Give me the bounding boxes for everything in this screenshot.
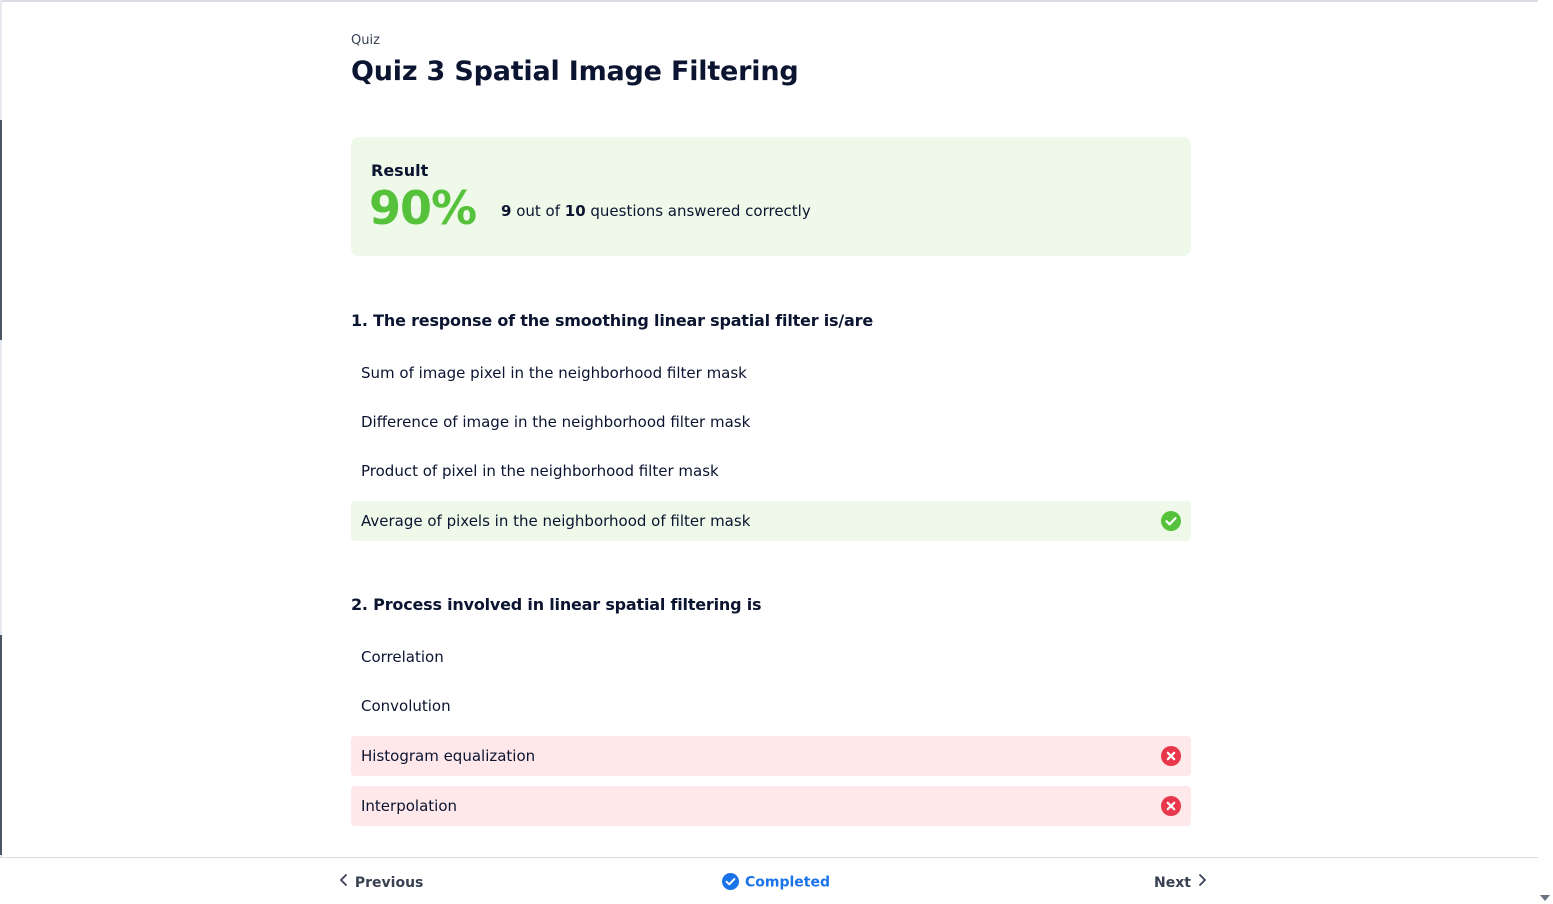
check-circle-icon: [1161, 511, 1181, 531]
answer-option-incorrect[interactable]: Histogram equalization: [351, 736, 1191, 776]
top-border: [0, 0, 1538, 2]
x-circle-icon: [1161, 796, 1181, 816]
quiz-page: Quiz Quiz 3 Spatial Image Filtering Resu…: [0, 0, 1553, 904]
chevron-right-icon: [1196, 873, 1208, 891]
answer-option-text: Convolution: [361, 697, 451, 715]
answer-option[interactable]: Difference of image in the neighborhood …: [351, 402, 1191, 442]
footer-nav: Previous Completed Next: [0, 857, 1538, 904]
answer-option[interactable]: Correlation: [351, 637, 1191, 677]
question-title: 2. Process involved in linear spatial fi…: [351, 595, 762, 614]
next-label: Next: [1154, 875, 1191, 891]
previous-label: Previous: [354, 875, 424, 891]
answer-option-text: Product of pixel in the neighborhood fil…: [361, 462, 719, 480]
left-border-accent: [0, 635, 2, 855]
previous-button[interactable]: Previous: [338, 874, 423, 892]
result-label: Result: [371, 161, 429, 180]
summary-mid: out of: [511, 202, 565, 220]
correct-count: 9: [501, 202, 512, 220]
result-percent: 90%: [369, 181, 477, 235]
answer-option-text: Average of pixels in the neighborhood of…: [361, 512, 751, 530]
result-card: Result 90% 9 out of 10 questions answere…: [351, 137, 1191, 256]
next-button[interactable]: Next: [1154, 874, 1208, 892]
answer-option-text: Correlation: [361, 648, 444, 666]
chevron-left-icon: [338, 873, 350, 891]
completed-label: Completed: [745, 874, 831, 891]
answer-option[interactable]: Product of pixel in the neighborhood fil…: [351, 451, 1191, 491]
answer-option[interactable]: Convolution: [351, 686, 1191, 726]
answer-option-text: Difference of image in the neighborhood …: [361, 413, 751, 431]
answer-option-text: Sum of image pixel in the neighborhood f…: [361, 364, 747, 382]
completed-button[interactable]: Completed: [722, 873, 831, 891]
total-count: 10: [564, 202, 586, 220]
check-circle-icon: [722, 873, 739, 890]
page-title: Quiz 3 Spatial Image Filtering: [351, 56, 799, 87]
breadcrumb: Quiz: [351, 33, 380, 48]
result-summary: 9 out of 10 questions answered correctly: [501, 202, 811, 220]
x-circle-icon: [1161, 746, 1181, 766]
scroll-down-arrow-icon[interactable]: [1540, 895, 1550, 901]
question-title: 1. The response of the smoothing linear …: [351, 311, 873, 330]
left-border-accent: [0, 120, 2, 340]
answer-option-correct[interactable]: Average of pixels in the neighborhood of…: [351, 501, 1191, 541]
answer-option-text: Interpolation: [361, 797, 457, 815]
summary-end: questions answered correctly: [585, 202, 811, 220]
answer-option[interactable]: Sum of image pixel in the neighborhood f…: [351, 353, 1191, 393]
answer-option-incorrect[interactable]: Interpolation: [351, 786, 1191, 826]
answer-option-text: Histogram equalization: [361, 747, 536, 765]
scrollbar[interactable]: [1538, 0, 1553, 903]
